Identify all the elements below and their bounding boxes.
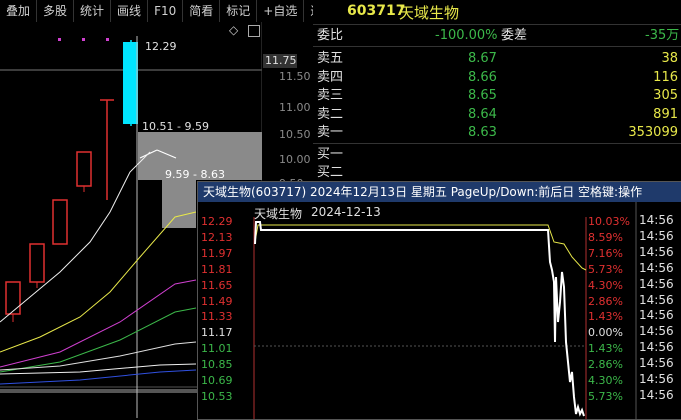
time-label: 14:56 — [639, 356, 674, 371]
ask-price: 8.64 — [468, 106, 497, 122]
high-price-label: 12.29 — [145, 40, 177, 53]
ask-row: 卖二 8.64 891 — [313, 106, 681, 124]
ask-price: 8.67 — [468, 51, 497, 66]
price-axis-label: 11.17 — [201, 326, 233, 340]
price-axis-label: 12.29 — [201, 215, 233, 228]
stock-code: 603717 — [347, 3, 406, 19]
percent-axis-label: 5.73% — [588, 262, 623, 276]
ask-volume: 353099 — [628, 125, 678, 140]
percent-axis-label: 8.59% — [588, 230, 623, 244]
stock-name: 天域生物 — [399, 4, 460, 22]
stats-button[interactable]: 统计 — [74, 0, 112, 22]
weibi-row: 委比 -100.00% 委差 -35万 — [313, 27, 681, 45]
ask-volume: 891 — [653, 106, 678, 122]
stock-header: 603717 天域生物 — [313, 0, 681, 25]
percent-axis-label: 5.73% — [588, 389, 623, 403]
price-axis-label: 10.85 — [201, 358, 233, 372]
ask-price: 8.66 — [468, 69, 497, 85]
ask-row: 卖三 8.65 305 — [313, 87, 681, 105]
price-axis-label: 10.69 — [201, 374, 233, 387]
price-axis-label: 10.53 — [201, 389, 233, 403]
percent-axis-label: 2.86% — [588, 358, 623, 372]
bid-label: 买二 — [317, 165, 344, 180]
bid-label: 买一 — [317, 147, 344, 162]
time-label: 14:56 — [639, 340, 674, 355]
mark-button[interactable]: 标记 — [220, 0, 258, 22]
price-axis-label: 11.33 — [201, 310, 233, 324]
diamond-icon[interactable]: ◇ — [229, 23, 238, 37]
ask-price: 8.65 — [468, 88, 497, 103]
y-label: 10.00 — [279, 153, 311, 166]
intraday-popup[interactable]: 天域生物(603717) 2024年12月13日 星期五 PageUp/Down… — [197, 181, 681, 420]
price-axis-label: 11.81 — [201, 262, 233, 276]
time-label: 14:56 — [639, 213, 674, 227]
price-axis-label: 12.13 — [201, 230, 233, 244]
current-price-tag: 11.75 — [263, 54, 297, 68]
weicha-value: -35万 — [645, 28, 680, 43]
percent-axis-label: 4.30% — [588, 278, 623, 292]
add-watchlist-button[interactable]: +自选 — [257, 0, 305, 22]
ask-label: 卖四 — [317, 69, 344, 85]
ask-label: 卖三 — [317, 88, 344, 103]
time-label: 14:56 — [639, 292, 674, 307]
draw-line-button[interactable]: 画线 — [111, 0, 149, 22]
price-axis-label: 11.97 — [201, 246, 233, 260]
ask-price: 8.63 — [468, 125, 497, 140]
percent-axis-label: 1.43% — [588, 310, 623, 324]
bid-row: 买二 — [313, 164, 681, 182]
y-label: 11.50 — [279, 70, 311, 83]
ask-volume: 116 — [653, 69, 678, 85]
ask-label: 卖二 — [317, 106, 344, 122]
ask-volume: 38 — [661, 51, 678, 66]
toolbar: 叠加 多股 统计 画线 F10 简看 标记 +自选 返回 — [0, 0, 342, 22]
percent-axis-label: 7.16% — [588, 246, 623, 260]
ask-row: 卖五 8.67 38 — [313, 50, 681, 68]
weibi-label: 委比 — [317, 28, 344, 43]
percent-axis-label: 0.00% — [588, 326, 623, 340]
weicha-label: 委差 — [501, 28, 528, 43]
order-book-panel: 603717 天域生物 委比 -100.00% 委差 -35万 卖五 8.67 38… — [313, 0, 681, 185]
price-axis-label: 11.49 — [201, 294, 233, 308]
scroll-up-handle[interactable] — [248, 25, 260, 37]
y-label: 10.50 — [279, 128, 311, 141]
weibi-value: -100.00% — [435, 28, 498, 43]
multi-stock-button[interactable]: 多股 — [37, 0, 75, 22]
price-axis-label: 11.01 — [201, 342, 233, 356]
range-label-1: 10.51 - 9.59 — [142, 120, 209, 133]
average-price-line — [254, 224, 587, 271]
price-axis-label: 11.65 — [201, 278, 233, 292]
percent-axis-label: 1.43% — [588, 342, 623, 356]
time-label: 14:56 — [639, 244, 674, 259]
percent-axis-label: 2.86% — [588, 294, 623, 308]
range-label-2: 9.59 - 8.63 — [165, 168, 225, 181]
time-label: 14:56 — [639, 260, 674, 275]
f10-button[interactable]: F10 — [148, 0, 184, 22]
price-line — [254, 221, 585, 417]
ask-label: 卖五 — [317, 51, 344, 66]
simple-view-button[interactable]: 简看 — [183, 0, 221, 22]
ask-volume: 305 — [653, 88, 678, 103]
bid-row: 买一 — [313, 146, 681, 164]
time-label: 14:56 — [639, 276, 674, 291]
ask-label: 卖一 — [317, 125, 344, 140]
time-label: 14:56 — [639, 324, 674, 339]
percent-axis-label: 10.03% — [588, 215, 630, 228]
ask-row: 卖四 8.66 116 — [313, 69, 681, 87]
time-label: 14:56 — [639, 387, 674, 402]
overlay-button[interactable]: 叠加 — [0, 0, 38, 22]
time-label: 14:56 — [639, 372, 674, 386]
ask-row: 卖一 8.63 353099 — [313, 124, 681, 142]
y-label: 11.00 — [279, 101, 311, 114]
time-label: 14:56 — [639, 228, 674, 243]
percent-axis-label: 4.30% — [588, 374, 623, 387]
time-label: 14:56 — [639, 308, 674, 323]
